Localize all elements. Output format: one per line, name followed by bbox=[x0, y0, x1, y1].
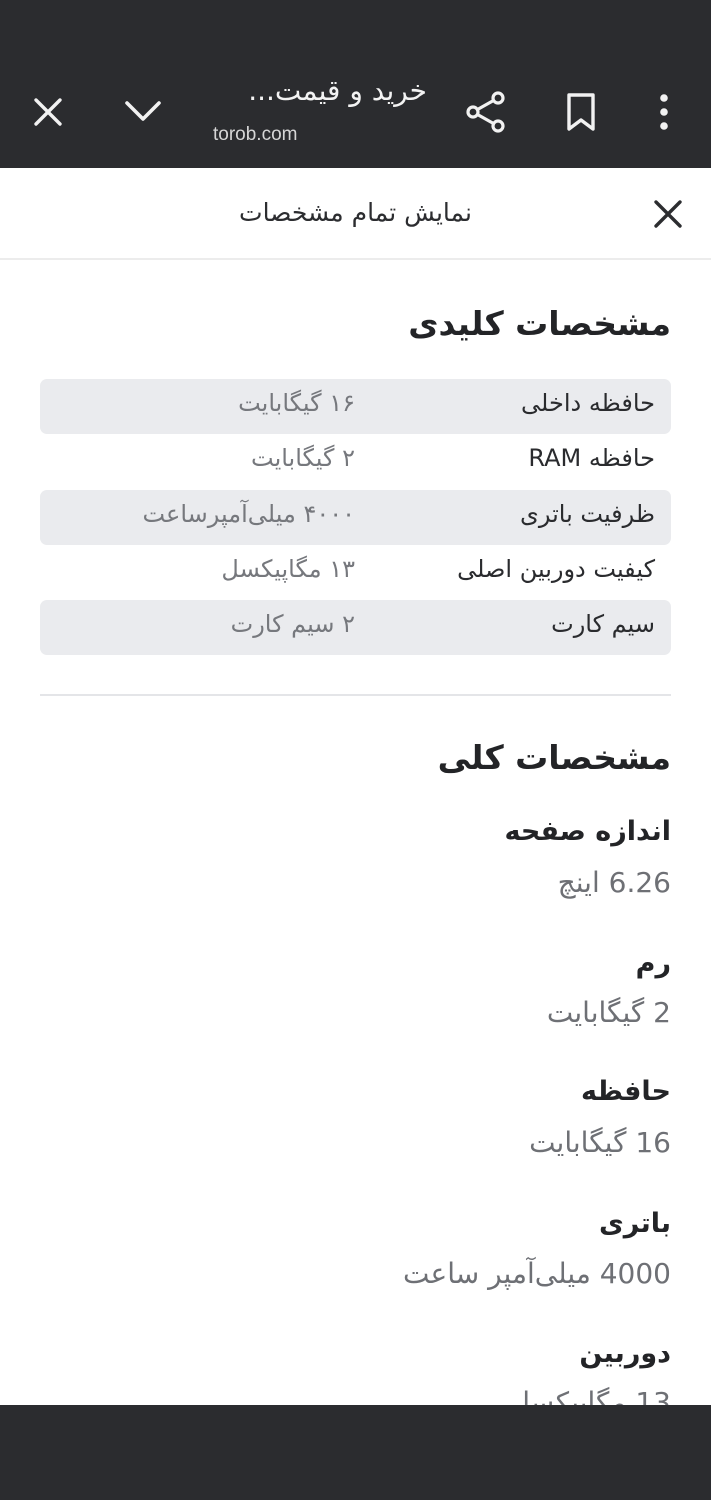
key-spec-value: ۲ گیگابایت bbox=[251, 444, 355, 472]
key-spec-row: کیفیت دوربین اصلی ۱۳ مگاپیکسل bbox=[40, 545, 671, 600]
share-icon bbox=[466, 91, 505, 133]
key-spec-value: ۲ سیم کارت bbox=[230, 610, 355, 638]
spec-label: اندازه صفحه bbox=[504, 816, 671, 847]
close-icon bbox=[34, 98, 62, 126]
spec-value: 16 گیگابایت bbox=[529, 1126, 671, 1159]
spec-label: دوربین bbox=[579, 1338, 671, 1369]
key-spec-label: سیم کارت bbox=[551, 610, 655, 638]
spec-label: باتری bbox=[599, 1208, 671, 1239]
more-options-button[interactable] bbox=[642, 84, 686, 140]
key-spec-row: سیم کارت ۲ سیم کارت bbox=[40, 600, 671, 655]
bookmark-button[interactable] bbox=[555, 84, 607, 140]
spec-value: 2 گیگابایت bbox=[546, 996, 671, 1029]
key-spec-label: کیفیت دوربین اصلی bbox=[457, 555, 655, 583]
key-spec-row: ظرفیت باتری ۴۰۰۰ میلی‌آمپرساعت bbox=[40, 490, 671, 545]
chevron-down-icon bbox=[125, 101, 161, 121]
close-icon bbox=[654, 200, 682, 228]
share-button[interactable] bbox=[458, 84, 514, 140]
spec-label: رم bbox=[635, 948, 671, 979]
minimize-button[interactable] bbox=[116, 84, 170, 138]
key-spec-value: ۱۳ مگاپیکسل bbox=[221, 555, 355, 583]
close-tab-button[interactable] bbox=[22, 86, 74, 138]
browser-toolbar: خرید و قیمت... torob.com bbox=[0, 0, 711, 168]
specs-content[interactable]: مشخصات کلیدی حافظه داخلی ۱۶ گیگابایت حاف… bbox=[0, 262, 711, 1405]
sheet-close-button[interactable] bbox=[646, 192, 690, 236]
key-spec-label: حافظه RAM bbox=[528, 444, 655, 472]
general-specs-title: مشخصات کلی bbox=[437, 738, 671, 777]
bookmark-icon bbox=[567, 93, 595, 131]
key-spec-label: ظرفیت باتری bbox=[520, 500, 655, 528]
key-spec-value: ۴۰۰۰ میلی‌آمپرساعت bbox=[142, 500, 355, 528]
specs-sheet-header: نمایش تمام مشخصات bbox=[0, 168, 711, 260]
system-navigation-bar bbox=[0, 1405, 711, 1500]
key-spec-row: حافظه RAM ۲ گیگابایت bbox=[40, 434, 671, 489]
sheet-title: نمایش تمام مشخصات bbox=[239, 198, 472, 227]
tab-title[interactable]: خرید و قیمت... bbox=[212, 74, 427, 114]
spec-label: حافظه bbox=[581, 1076, 671, 1107]
spec-value: 4000 میلی‌آمپر ساعت bbox=[403, 1257, 671, 1290]
more-vert-icon bbox=[660, 94, 668, 130]
key-spec-row: حافظه داخلی ۱۶ گیگابایت bbox=[40, 379, 671, 434]
key-spec-label: حافظه داخلی bbox=[521, 389, 655, 417]
key-spec-value: ۱۶ گیگابایت bbox=[238, 389, 355, 417]
section-divider bbox=[40, 694, 671, 696]
spec-value: 13 مگاپیکسل bbox=[509, 1386, 671, 1405]
tab-url[interactable]: torob.com bbox=[213, 124, 297, 146]
spec-value: 6.26 اینچ bbox=[557, 866, 671, 899]
key-specs-title: مشخصات کلیدی bbox=[408, 304, 671, 343]
